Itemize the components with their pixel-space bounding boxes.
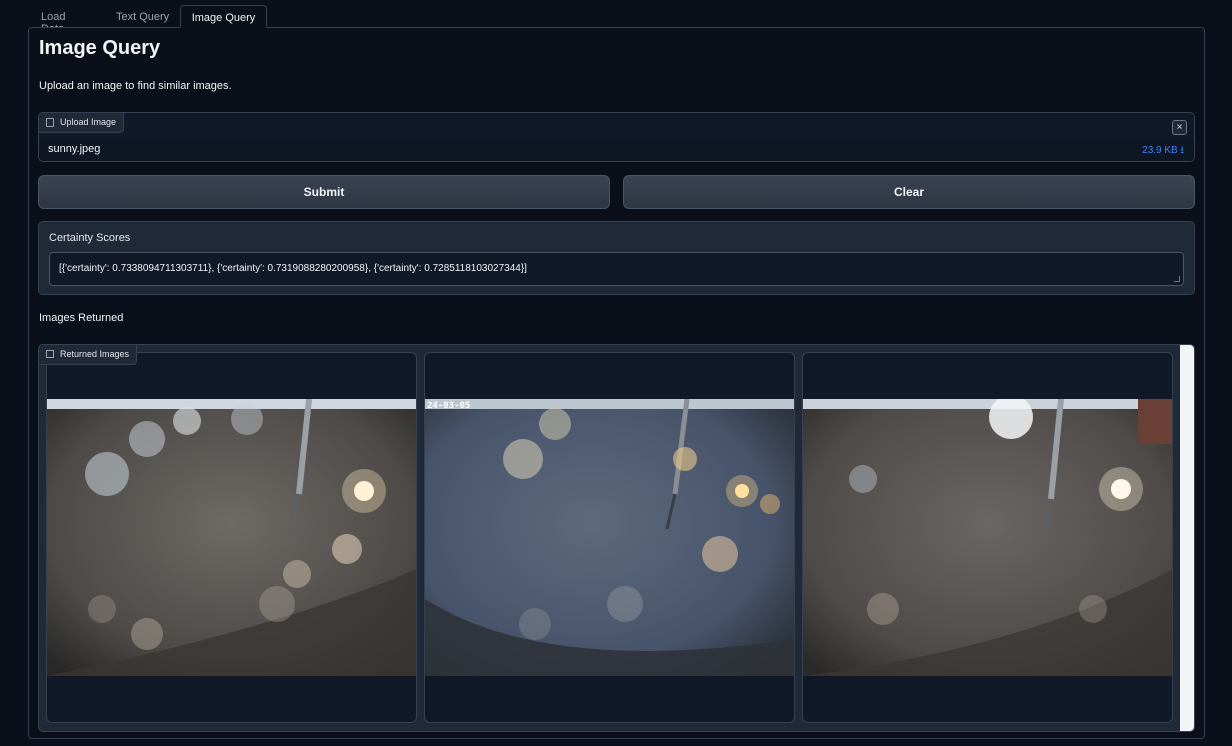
file-icon bbox=[46, 118, 54, 127]
upload-image-label: Upload Image bbox=[60, 117, 117, 127]
tab-text-query[interactable]: Text Query bbox=[116, 5, 170, 28]
certainty-scores-value: [{'certainty': 0.7338094711303711}, {'ce… bbox=[59, 263, 527, 274]
gallery-image-2[interactable]: 24-03-05 bbox=[425, 399, 794, 676]
gallery-image-1[interactable] bbox=[47, 399, 416, 676]
clear-upload-button[interactable]: × bbox=[1172, 120, 1187, 135]
clear-button[interactable]: Clear bbox=[623, 175, 1195, 209]
image-icon bbox=[46, 350, 54, 358]
uploaded-file-row: sunny.jpeg 23.9 KB ⭳ bbox=[39, 139, 1194, 161]
page-title: Image Query bbox=[39, 37, 161, 59]
certainty-scores-textarea[interactable]: [{'certainty': 0.7338094711303711}, {'ce… bbox=[49, 252, 1184, 286]
upload-image-field[interactable]: Upload Image × sunny.jpeg 23.9 KB ⭳ bbox=[38, 112, 1195, 162]
tab-image-query[interactable]: Image Query bbox=[180, 5, 267, 28]
download-file-link[interactable]: 23.9 KB ⭳ bbox=[1142, 143, 1184, 160]
tab-load-data[interactable]: Load Data bbox=[41, 5, 91, 35]
uploaded-file-name: sunny.jpeg bbox=[48, 143, 101, 155]
certainty-scores-block: Certainty Scores [{'certainty': 0.733809… bbox=[38, 221, 1195, 295]
certainty-scores-label: Certainty Scores bbox=[49, 232, 131, 244]
image-query-panel: Image Query Upload an image to find simi… bbox=[28, 27, 1205, 739]
upload-image-label-badge: Upload Image bbox=[39, 113, 125, 133]
images-returned-label: Images Returned bbox=[39, 312, 124, 324]
gallery-image-2-timestamp: 24-03-05 bbox=[427, 401, 471, 411]
tab-bar: Load Data Text Query Image Query bbox=[0, 0, 1232, 35]
returned-images-gallery: Returned Images 24-03-05 bbox=[38, 344, 1195, 732]
page-description: Upload an image to find similar images. bbox=[39, 80, 232, 92]
returned-images-label-badge: Returned Images bbox=[39, 345, 138, 365]
gallery-image-3[interactable] bbox=[803, 399, 1172, 676]
resize-handle-icon[interactable] bbox=[1174, 276, 1180, 282]
gallery-item-3[interactable] bbox=[802, 352, 1173, 723]
gallery-item-2[interactable]: 24-03-05 bbox=[424, 352, 795, 723]
gallery-item-1[interactable] bbox=[46, 352, 417, 723]
gallery-scrollbar[interactable] bbox=[1180, 345, 1194, 731]
returned-images-label: Returned Images bbox=[60, 349, 130, 359]
submit-button[interactable]: Submit bbox=[38, 175, 610, 209]
